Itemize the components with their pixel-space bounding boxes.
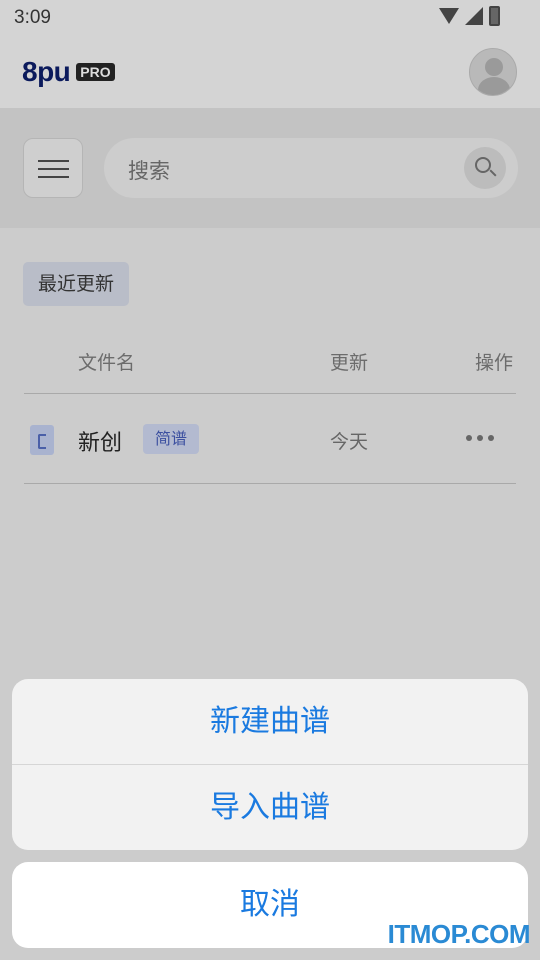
search-icon[interactable]: [464, 147, 506, 189]
file-name: 新创: [78, 431, 123, 456]
avatar[interactable]: [469, 48, 517, 96]
menu-icon-line: [38, 176, 69, 178]
status-icons: [439, 6, 500, 26]
battery-icon: [489, 6, 500, 26]
search-area: 搜索: [0, 108, 540, 228]
action-sheet: 新建曲谱 导入曲谱: [12, 679, 528, 850]
file-updated: 今天: [330, 431, 369, 453]
avatar-head: [485, 58, 503, 76]
score-file-icon: [30, 425, 54, 455]
watermark: ITMOP.COM: [387, 919, 531, 949]
column-header-actions: 操作: [475, 352, 514, 374]
menu-button[interactable]: [23, 138, 83, 198]
app-logo: 8pu PRO: [22, 56, 115, 88]
wifi-icon: [439, 8, 459, 24]
divider: [24, 483, 516, 484]
column-header-updated: 更新: [330, 352, 369, 374]
recent-updates-tag[interactable]: 最近更新: [23, 262, 130, 306]
menu-icon-line: [38, 168, 69, 170]
import-score-option[interactable]: 导入曲谱: [12, 765, 528, 850]
new-score-option[interactable]: 新建曲谱: [12, 679, 528, 764]
logo-text: 8pu: [22, 56, 71, 87]
search-input[interactable]: 搜索: [104, 138, 518, 198]
logo-pro-badge: PRO: [76, 63, 115, 81]
column-header-name: 文件名: [78, 352, 136, 374]
avatar-body: [478, 77, 510, 95]
divider: [24, 393, 516, 394]
status-time: 3:09: [14, 7, 51, 28]
menu-icon-line: [38, 160, 69, 162]
search-placeholder: 搜索: [128, 159, 170, 183]
status-bar: 3:09: [0, 0, 540, 36]
file-type-badge: 简谱: [143, 424, 200, 454]
app-header: 8pu PRO: [0, 36, 540, 108]
more-icon[interactable]: [466, 435, 494, 441]
signal-icon: [465, 7, 483, 25]
file-list-panel: 最近更新 文件名 更新 操作 新创 简谱 今天: [0, 228, 540, 960]
